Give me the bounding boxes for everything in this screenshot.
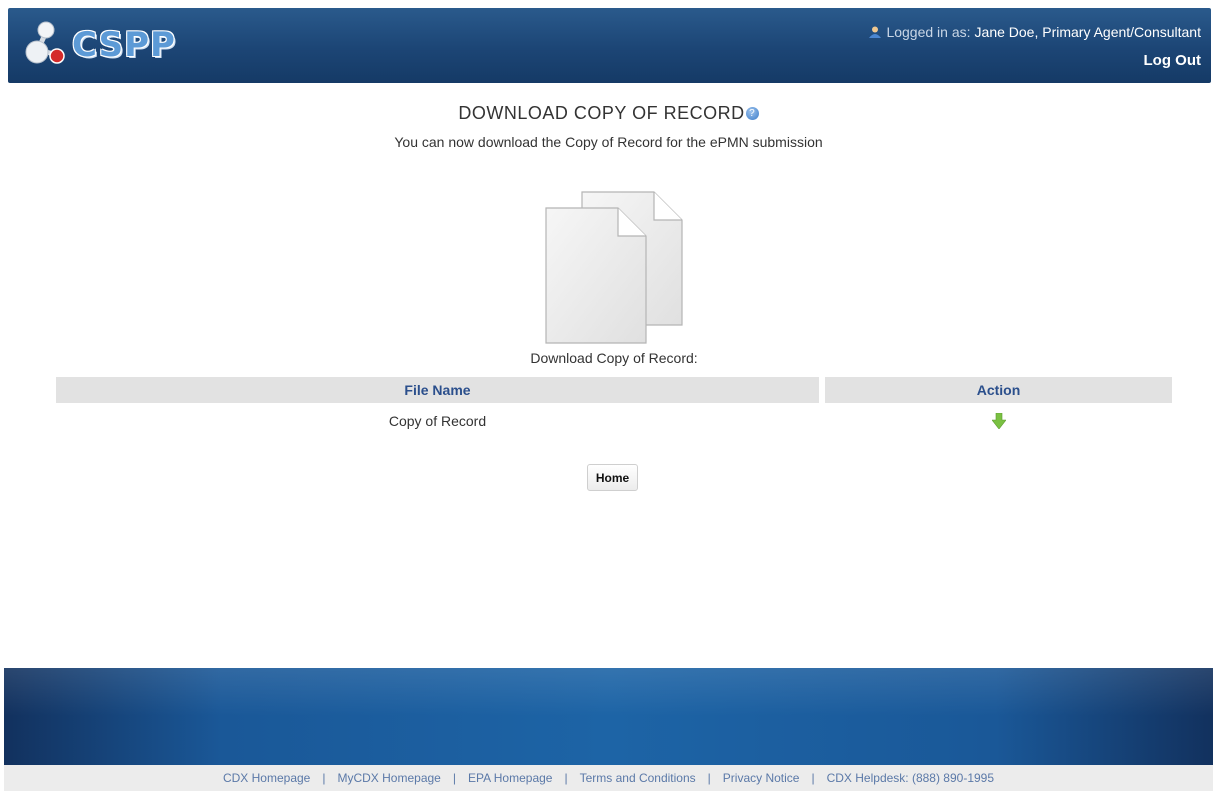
footer-link-privacy[interactable]: Privacy Notice	[723, 771, 800, 785]
header-bar: CSPP Logged in as: Jane Doe, Primary Age…	[8, 8, 1211, 83]
file-name-cell: Copy of Record	[388, 413, 487, 429]
download-arrow-icon[interactable]	[991, 413, 1006, 429]
footer-link-helpdesk[interactable]: CDX Helpdesk: (888) 890-1995	[827, 771, 994, 785]
footer-separator: |	[811, 771, 815, 785]
footer-separator: |	[707, 771, 711, 785]
file-table: File Name Action Copy of Record	[56, 377, 1172, 439]
molecule-logo-icon	[25, 21, 65, 64]
download-label: Download Copy of Record:	[530, 350, 698, 366]
footer-separator: |	[452, 771, 456, 785]
footer-link-mycdx-homepage[interactable]: MyCDX Homepage	[337, 771, 440, 785]
logo-text: CSPP	[72, 25, 176, 65]
footer-link-cdx-homepage[interactable]: CDX Homepage	[223, 771, 310, 785]
user-icon	[869, 26, 882, 38]
logged-in-prefix: Logged in as:	[886, 24, 971, 40]
table-row: Copy of Record	[56, 403, 1172, 439]
footer-link-epa-homepage[interactable]: EPA Homepage	[468, 771, 553, 785]
page-title-text: DOWNLOAD COPY OF RECORD	[458, 103, 745, 123]
action-cell	[825, 403, 1172, 439]
table-header-row: File Name Action	[56, 377, 1172, 403]
footer-separator: |	[564, 771, 568, 785]
user-name: Jane Doe, Primary Agent/Consultant	[974, 24, 1201, 40]
documents-icon	[545, 191, 683, 344]
column-header-action: Action	[825, 377, 1172, 403]
page-subtitle: You can now download the Copy of Record …	[394, 134, 823, 150]
footer-link-terms[interactable]: Terms and Conditions	[580, 771, 696, 785]
logged-in-info: Logged in as: Jane Doe, Primary Agent/Co…	[868, 24, 1201, 40]
page-title: DOWNLOAD COPY OF RECORD?	[0, 103, 1217, 124]
logout-link[interactable]: Log Out	[1144, 52, 1201, 69]
footer-links: CDX Homepage | MyCDX Homepage | EPA Home…	[4, 765, 1213, 791]
footer-separator: |	[322, 771, 326, 785]
column-header-file-name: File Name	[56, 377, 819, 403]
footer-band	[4, 668, 1213, 765]
home-button[interactable]: Home	[587, 464, 638, 491]
cspp-logo[interactable]: CSPP	[24, 20, 176, 70]
help-icon[interactable]: ?	[745, 107, 759, 120]
